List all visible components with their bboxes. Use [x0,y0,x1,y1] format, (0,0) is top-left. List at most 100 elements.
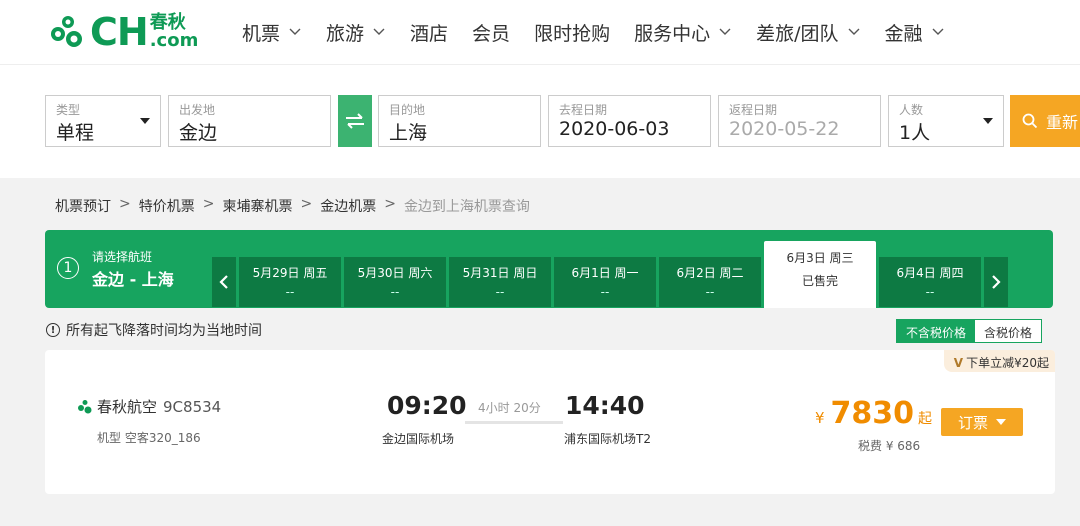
main-nav: 机票 旅游 酒店 会员 限时抢购 服务中心 差旅/团队 金融 [242,18,969,46]
date-tab[interactable]: 6月4日 周四 -- [879,257,981,307]
departure-time: 09:20 [387,391,467,420]
promo-v-icon: V [953,355,964,370]
date-tab[interactable]: 6月1日 周一 -- [554,257,656,307]
search-button-label: 重新 [1046,113,1079,132]
field-value: 金边 [179,122,218,144]
date-tab-status: 已售完 [801,274,838,288]
nav-finance[interactable]: 金融 [885,18,945,46]
nav-flash-sale[interactable]: 限时抢购 [534,18,610,46]
swap-arrows-icon [346,113,364,129]
breadcrumb-item[interactable]: 特价机票 [139,196,195,216]
nav-business[interactable]: 差旅/团队 [756,18,860,46]
date-tab-status: -- [285,285,295,299]
chevron-right-icon [992,275,1001,289]
price-amount: 7830 [830,396,915,431]
chevron-left-icon [219,275,228,289]
chevron-down-icon [932,28,944,35]
logo-mark-icon [51,16,82,47]
date-tab-date: 6月2日 周二 [676,266,744,280]
promo-badge: V 下单立减¥20起 [943,350,1055,372]
breadcrumb-separator: > [384,196,396,212]
field-label: 出发地 [179,103,216,117]
date-tab-status: -- [495,285,505,299]
breadcrumb-item[interactable]: 机票预订 [55,196,111,216]
flight-number: 9C8534 [163,397,222,416]
date-tab-status: -- [925,285,935,299]
field-label: 目的地 [389,103,426,117]
tax-price-toggle: 不含税价格 含税价格 [896,319,1043,343]
origin-input[interactable]: 出发地 金边 [168,95,331,147]
caret-down-icon [983,118,993,124]
departure-airport: 金边国际机场 [382,432,455,446]
trip-type-select[interactable]: 类型 单程 [45,95,161,147]
date-tab[interactable]: 5月31日 周日 -- [449,257,551,307]
field-label: 人数 [899,103,924,117]
field-value: 1人 [899,122,931,144]
date-tab[interactable]: 6月2日 周二 -- [659,257,761,307]
airline-info: 春秋航空 9C8534 [77,396,221,417]
flight-card: V 下单立减¥20起 春秋航空 9C8534 机型 空客320_186 09:2… [45,350,1055,494]
field-label: 类型 [56,103,81,117]
depart-date-input[interactable]: 去程日期 2020-06-03 [548,95,711,147]
flight-duration: 4小时 20分 [478,401,541,415]
nav-label: 机票 [242,22,281,45]
breadcrumb-item[interactable]: 金边机票 [320,196,376,216]
nav-label: 酒店 [410,22,449,45]
date-tab[interactable]: 5月30日 周六 -- [344,257,446,307]
step-route: 金边 - 上海 [92,270,174,289]
search-button[interactable]: 重新 [1010,95,1080,147]
currency-symbol: ¥ [815,409,825,427]
tax-amount: 税费 ¥ 686 [858,439,921,453]
date-tab-date: 6月3日 周三 [786,251,854,265]
nav-flights[interactable]: 机票 [242,18,302,46]
date-tab-date: 6月1日 周一 [571,266,639,280]
date-tab-selected[interactable]: 6月3日 周三 已售完 [764,241,876,308]
passenger-select[interactable]: 人数 1人 [888,95,1004,147]
date-tab-date: 5月29日 周五 [252,266,328,280]
nav-label: 金融 [884,22,923,45]
date-tab[interactable]: 5月29日 周五 -- [239,257,341,307]
incl-tax-option[interactable]: 含税价格 [975,320,1041,342]
breadcrumb-separator: > [119,196,131,212]
top-header: CH 春秋 .com 机票 旅游 酒店 会员 限时抢购 服务中心 差旅/团队 金… [0,0,1080,64]
price: ¥ 7830 起 [815,396,932,431]
chevron-down-icon [289,28,301,35]
prev-dates-button[interactable] [212,257,236,307]
date-selector: 1 请选择航班 金边 - 上海 5月29日 周五 -- 5月30日 周六 -- … [45,230,1053,308]
caret-down-icon [140,118,150,124]
logo-domain: .com [149,30,199,51]
local-time-notice: ! 所有起飞降落时间均为当地时间 [46,320,262,340]
nav-service[interactable]: 服务中心 [634,18,732,46]
airline-logo-icon [78,399,92,413]
date-tab-status: -- [705,285,715,299]
book-button[interactable]: 订票 [941,408,1023,436]
breadcrumb: 机票预订 > 特价机票 > 柬埔寨机票 > 金边机票 > 金边到上海机票查询 [55,196,538,216]
nav-label: 会员 [472,22,511,45]
return-date-input[interactable]: 返程日期 2020-05-22 [718,95,881,147]
destination-input[interactable]: 目的地 上海 [378,95,541,147]
step-title: 请选择航班 [92,250,153,264]
excl-tax-option[interactable]: 不含税价格 [897,320,976,342]
logo-sub: 春秋 .com [150,14,199,50]
nav-label: 限时抢购 [534,22,611,45]
field-label: 去程日期 [559,103,608,117]
breadcrumb-separator: > [300,196,313,212]
field-value: 2020-05-22 [729,118,840,140]
notice-text: 所有起飞降落时间均为当地时间 [66,323,262,339]
site-logo[interactable]: CH 春秋 .com [48,10,198,54]
chevron-down-icon [373,28,385,35]
swap-button[interactable] [338,95,372,147]
aircraft-type: 机型 空客320_186 [97,431,201,445]
next-dates-button[interactable] [984,257,1008,307]
field-value: 上海 [389,122,428,144]
nav-hotel[interactable]: 酒店 [410,18,448,46]
info-icon: ! [46,323,60,337]
nav-travel[interactable]: 旅游 [326,18,386,46]
field-value: 2020-06-03 [559,118,670,140]
date-tab-date: 6月4日 周四 [896,266,964,280]
breadcrumb-item[interactable]: 柬埔寨机票 [222,196,292,216]
search-icon [1022,113,1038,129]
logo-text: CH [90,10,149,54]
nav-member[interactable]: 会员 [472,18,510,46]
promo-text: 下单立减¥20起 [966,356,1049,370]
